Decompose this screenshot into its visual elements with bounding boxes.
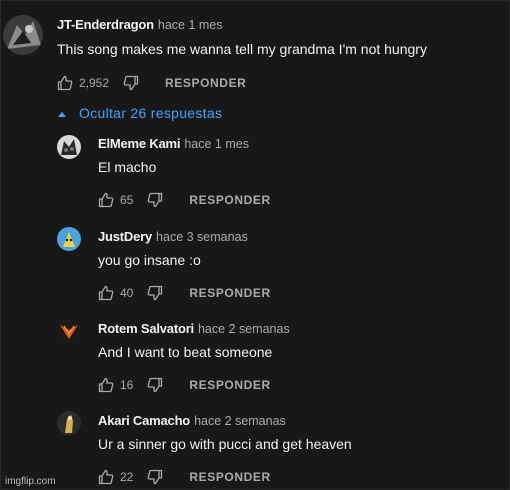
dislike-icon[interactable] (147, 285, 163, 301)
dislike-icon[interactable] (147, 192, 163, 208)
comment-text: This song makes me wanna tell my grandma… (57, 41, 427, 57)
comment-text: you go insane :o (98, 252, 201, 268)
comment-actions: 65 RESPONDER (98, 190, 271, 210)
comment-time[interactable]: hace 2 semanas (194, 414, 286, 428)
comment-actions: 22 RESPONDER (98, 467, 271, 487)
dislike-icon[interactable] (147, 469, 163, 485)
hide-replies-label: Ocultar 26 respuestas (79, 105, 223, 121)
comment-time[interactable]: hace 3 semanas (156, 230, 248, 244)
comments-panel: JT-Enderdragon hace 1 mes This song makes… (0, 0, 510, 490)
comment-author[interactable]: Rotem Salvatori (98, 321, 194, 336)
comment-actions: 40 RESPONDER (98, 283, 271, 303)
like-icon[interactable] (98, 377, 114, 393)
comment-time[interactable]: hace 1 mes (184, 137, 249, 151)
comment-author[interactable]: Akari Camacho (98, 413, 190, 428)
avatar[interactable] (57, 135, 81, 159)
comment-time[interactable]: hace 2 semanas (198, 322, 290, 336)
avatar[interactable] (57, 411, 81, 435)
like-icon[interactable] (98, 469, 114, 485)
avatar[interactable] (3, 15, 43, 55)
chevron-up-icon (57, 105, 67, 121)
comment-text: Ur a sinner go with pucci and get heaven (98, 436, 352, 452)
comment-author[interactable]: ElMeme Kami (98, 136, 181, 151)
reply-button[interactable]: RESPONDER (189, 470, 270, 484)
hide-replies-button[interactable]: Ocultar 26 respuestas (57, 105, 222, 121)
reply-button[interactable]: RESPONDER (189, 193, 270, 207)
comment-author[interactable]: JustDery (98, 229, 152, 244)
like-count: 16 (120, 378, 134, 392)
like-icon[interactable] (57, 75, 73, 91)
like-count: 22 (120, 470, 134, 484)
like-count: 65 (120, 193, 134, 207)
avatar[interactable] (57, 227, 81, 251)
like-count: 40 (120, 286, 134, 300)
comment-text: And I want to beat someone (98, 344, 273, 360)
reply-button[interactable]: RESPONDER (189, 286, 270, 300)
watermark: imgflip.com (5, 476, 56, 487)
dislike-icon[interactable] (123, 75, 139, 91)
dislike-icon[interactable] (147, 377, 163, 393)
like-icon[interactable] (98, 192, 114, 208)
comment-author[interactable]: JT-Enderdragon (57, 17, 154, 32)
comment-time[interactable]: hace 1 mes (158, 18, 223, 32)
like-icon[interactable] (98, 285, 114, 301)
comment-actions: 16 RESPONDER (98, 375, 271, 395)
like-count: 2,952 (79, 76, 110, 90)
reply-button[interactable]: RESPONDER (165, 76, 246, 90)
avatar[interactable] (57, 319, 81, 343)
reply-button[interactable]: RESPONDER (189, 378, 270, 392)
comment-actions: 2,952 RESPONDER (57, 73, 246, 93)
comment-text: El macho (98, 159, 157, 175)
